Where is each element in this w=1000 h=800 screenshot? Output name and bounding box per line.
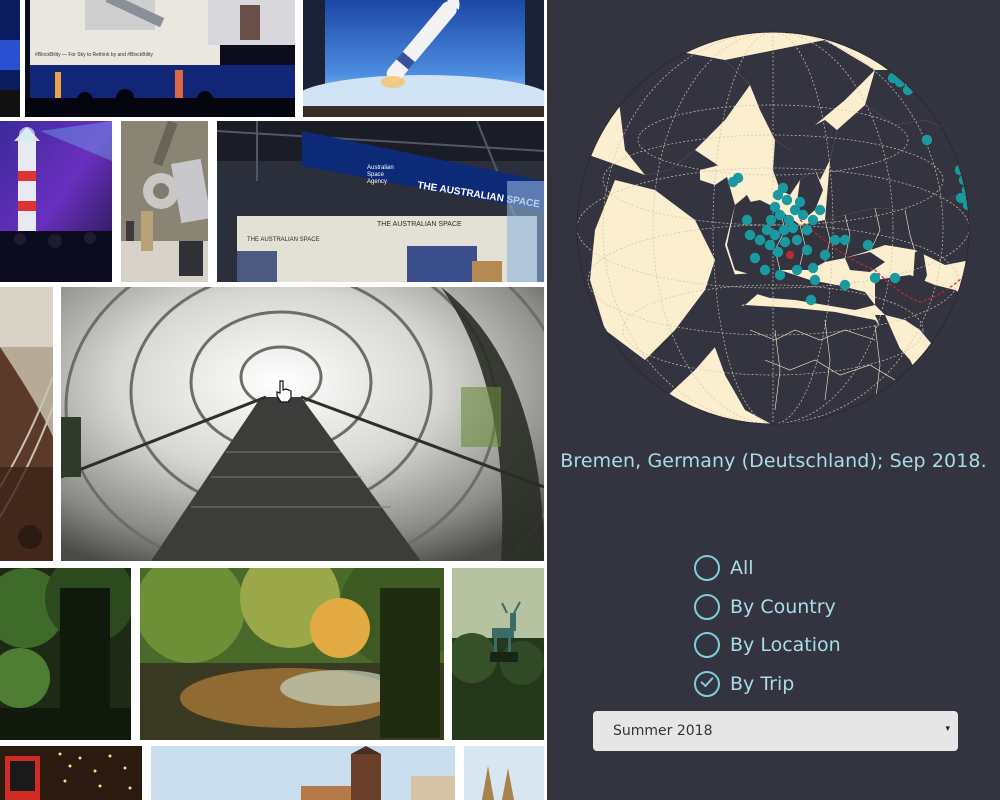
booth-wall-text-1: THE AUSTRALIAN SPACE (247, 237, 320, 243)
world-globe-map[interactable] (575, 30, 971, 426)
checkmark-icon (700, 673, 714, 688)
australian-space-booth-photo[interactable]: Australian Space Agency THE AUSTRALIAN S… (217, 121, 544, 282)
location-caption: Bremen, Germany (Deutschland); Sep 2018. (560, 450, 987, 472)
location-marker[interactable] (781, 194, 793, 206)
location-marker[interactable] (869, 272, 881, 284)
map-panel: Bremen, Germany (Deutschland); Sep 2018.… (547, 0, 1000, 800)
filter-label-by-location: By Location (730, 634, 841, 657)
location-marker[interactable] (889, 272, 901, 284)
agency-line1: Australian (367, 165, 394, 171)
location-marker[interactable] (749, 252, 761, 264)
location-marker[interactable] (794, 196, 806, 208)
filter-label-all: All (730, 557, 754, 580)
location-marker[interactable] (765, 214, 777, 226)
location-marker[interactable] (805, 294, 817, 306)
booth-wall-text-2: THE AUSTRALIAN SPACE (377, 221, 462, 228)
location-marker[interactable] (774, 269, 786, 281)
location-marker[interactable] (772, 246, 784, 258)
deer-statue-photo[interactable] (452, 568, 544, 740)
location-marker[interactable] (761, 224, 773, 236)
radio-unchecked-icon[interactable] (694, 593, 720, 620)
agency-line2: Space (367, 172, 385, 178)
radio-unchecked-icon[interactable] (694, 555, 720, 582)
photo-gallery: #BlockBility — For Sky to Rethink by and… (0, 0, 547, 800)
satellite-model-photo[interactable] (121, 121, 208, 282)
location-marker[interactable] (807, 214, 819, 226)
slide-text: #BlockBility — For Sky to Rethink by and… (35, 52, 153, 58)
location-marker[interactable] (727, 176, 739, 188)
location-marker[interactable] (778, 224, 790, 236)
trip-select-dropdown[interactable]: Summer 2018 ▾ (593, 711, 958, 751)
view-filter-group: All By Country By Location By Trip (694, 549, 841, 703)
location-marker[interactable] (774, 209, 786, 221)
location-marker[interactable] (862, 239, 874, 251)
conference-slide-photo[interactable]: #BlockBility — For Sky to Rethink by and… (25, 0, 295, 117)
dropdown-arrow-icon: ▾ (945, 723, 950, 733)
filter-option-by-location[interactable]: By Location (694, 626, 841, 665)
location-marker[interactable] (801, 224, 813, 236)
location-marker[interactable] (777, 182, 789, 194)
filter-option-by-country[interactable]: By Country (694, 588, 841, 627)
location-marker[interactable] (764, 239, 776, 251)
location-marker[interactable] (791, 234, 803, 246)
location-marker[interactable] (786, 251, 794, 259)
museum-edge-photo[interactable] (0, 287, 53, 561)
trip-select-value: Summer 2018 (613, 723, 713, 739)
location-marker[interactable] (839, 234, 851, 246)
location-marker[interactable] (807, 262, 819, 274)
castle-tower-photo[interactable] (151, 746, 455, 800)
radio-unchecked-icon[interactable] (694, 632, 720, 659)
rocket-screen-photo[interactable] (303, 0, 544, 117)
glass-tunnel-bridge-photo[interactable] (61, 287, 544, 561)
forest-path-photo[interactable] (0, 568, 131, 740)
lighthouse-party-photo[interactable] (0, 121, 112, 282)
location-marker[interactable] (801, 244, 813, 256)
location-marker[interactable] (819, 249, 831, 261)
location-marker[interactable] (779, 236, 791, 248)
filter-option-by-trip[interactable]: By Trip (694, 665, 841, 704)
church-spires-photo[interactable] (464, 746, 544, 800)
park-pond-photo[interactable] (140, 568, 444, 740)
location-marker[interactable] (754, 234, 766, 246)
location-marker[interactable] (759, 264, 771, 276)
location-marker[interactable] (809, 274, 821, 286)
radio-checked-icon[interactable] (694, 670, 720, 697)
location-marker[interactable] (814, 204, 826, 216)
conference-slide-photo[interactable] (0, 0, 20, 117)
agency-line3: Agency (367, 179, 387, 185)
filter-label-by-trip: By Trip (730, 672, 795, 695)
location-marker[interactable] (744, 229, 756, 241)
location-marker[interactable] (839, 279, 851, 291)
location-marker[interactable] (797, 209, 809, 221)
location-marker[interactable] (921, 134, 933, 146)
fairy-lights-photo[interactable] (0, 746, 142, 800)
location-marker[interactable] (787, 222, 799, 234)
filter-option-all[interactable]: All (694, 549, 841, 588)
location-marker[interactable] (791, 264, 803, 276)
location-marker[interactable] (741, 214, 753, 226)
location-marker[interactable] (829, 234, 841, 246)
filter-label-by-country: By Country (730, 595, 836, 618)
